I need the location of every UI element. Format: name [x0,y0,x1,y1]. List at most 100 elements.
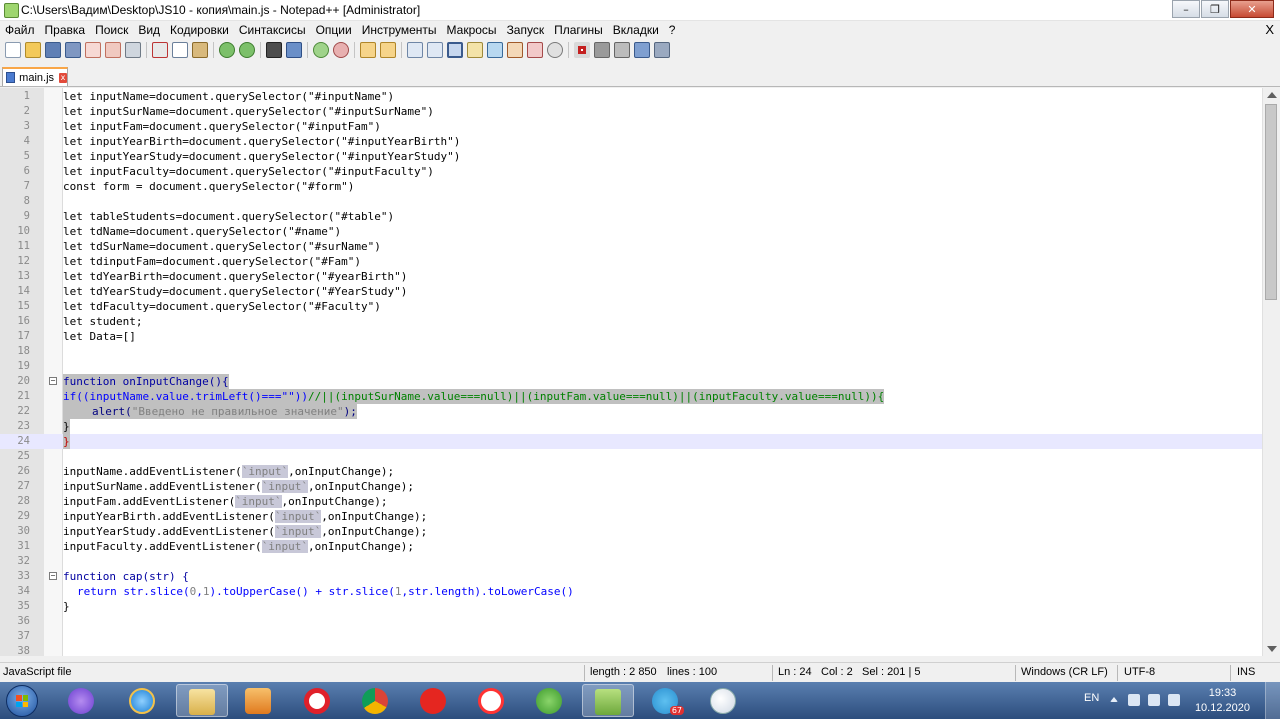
code-template-literal: `input` [274,510,322,523]
fold-minus-icon[interactable]: − [49,377,57,385]
toolbar-separator [213,42,214,58]
folder-workspace-icon[interactable] [527,42,543,58]
save-icon[interactable] [45,42,61,58]
tab-close-icon[interactable]: x [59,72,67,83]
line-number: 23 [17,420,30,432]
close-file-icon[interactable] [85,42,101,58]
line-number: 17 [17,330,30,342]
action-center-icon[interactable] [1128,694,1140,706]
scroll-up-icon[interactable] [1267,92,1277,98]
menu-help[interactable]: ? [664,23,681,37]
scrollbar-thumb[interactable] [1265,104,1277,300]
tab-main-js[interactable]: main.js x [2,67,68,86]
taskbar-media-player[interactable] [233,684,285,717]
language-indicator[interactable]: EN [1084,692,1099,704]
code-text: let tdinputFam=document.querySelector("#… [63,255,362,268]
monitoring-icon[interactable] [547,42,563,58]
volume-icon[interactable] [1168,694,1180,706]
zoom-in-icon[interactable] [313,42,329,58]
cut-icon[interactable] [152,42,168,58]
chrome-icon [362,688,388,714]
code-text: let Data=[] [63,330,136,343]
redo-icon[interactable] [239,42,255,58]
play-macro-icon[interactable] [614,42,630,58]
show-all-chars-icon[interactable] [427,42,443,58]
taskbar-yandex-browser[interactable] [466,684,518,717]
code-line: 15 let tdFaculty=document.querySelector("… [0,299,1262,314]
code-text: inputYearBirth.addEventListener(`input`,… [63,509,427,524]
menu-plugins[interactable]: Плагины [549,23,608,37]
taskbar-chrome[interactable] [350,684,402,717]
udl-icon[interactable] [467,42,483,58]
taskbar-yandex[interactable] [408,684,460,717]
code-line: 35} [0,599,1262,614]
taskbar-paint[interactable] [698,684,750,717]
stop-macro-icon[interactable] [594,42,610,58]
tab-bar: main.js x [0,64,1280,87]
menu-run[interactable]: Запуск [502,23,550,37]
zoom-out-icon[interactable] [333,42,349,58]
show-hidden-icons-icon[interactable] [1110,697,1118,702]
taskbar-notepadpp[interactable] [582,684,634,717]
code-line: 1 let inputName=document.querySelector("#… [0,89,1262,104]
undo-icon[interactable] [219,42,235,58]
copy-icon[interactable] [172,42,188,58]
save-macro-icon[interactable] [654,42,670,58]
word-wrap-icon[interactable] [407,42,423,58]
paste-icon[interactable] [192,42,208,58]
code-editor[interactable]: 1 let inputName=document.querySelector("#… [0,88,1262,656]
save-all-icon[interactable] [65,42,81,58]
replace-icon[interactable] [286,42,302,58]
start-button[interactable] [6,685,38,717]
scroll-down-icon[interactable] [1267,646,1277,652]
close-button[interactable]: ✕ [1230,0,1274,18]
taskbar-opera[interactable] [292,684,344,717]
function-list-icon[interactable] [507,42,523,58]
show-desktop-button[interactable] [1265,682,1280,719]
line-number: 27 [17,480,30,492]
menu-encoding[interactable]: Кодировки [165,23,234,37]
status-separator [1117,665,1118,681]
menu-macro[interactable]: Макросы [442,23,502,37]
indent-guide-icon[interactable] [447,42,463,58]
record-macro-icon[interactable] [574,42,590,58]
menu-edit[interactable]: Правка [40,23,91,37]
code-text: } [63,419,70,434]
taskbar-alice[interactable] [56,684,108,717]
network-icon[interactable] [1148,694,1160,706]
menu-search[interactable]: Поиск [90,23,133,37]
code-template-literal: `input` [274,525,322,538]
current-line: 24} [0,434,1262,449]
close-document-button[interactable]: X [1265,22,1274,37]
close-all-icon[interactable] [105,42,121,58]
menu-file[interactable]: Файл [0,23,40,37]
open-file-icon[interactable] [25,42,41,58]
taskbar-ie[interactable] [117,684,169,717]
sync-vertical-icon[interactable] [360,42,376,58]
menu-view[interactable]: Вид [133,23,165,37]
menu-tools[interactable]: Инструменты [357,23,442,37]
line-number: 9 [23,210,30,222]
code-line: 19 [0,359,1262,374]
sync-horizontal-icon[interactable] [380,42,396,58]
print-icon[interactable] [125,42,141,58]
new-file-icon[interactable] [5,42,21,58]
fold-minus-icon[interactable]: − [49,572,57,580]
line-number: 29 [17,510,30,522]
menu-settings[interactable]: Опции [311,23,357,37]
doc-map-icon[interactable] [487,42,503,58]
taskbar-utorrent[interactable] [524,684,576,717]
find-icon[interactable] [266,42,282,58]
play-multiple-macro-icon[interactable] [634,42,650,58]
taskbar-explorer[interactable] [176,684,228,717]
yandex-browser-icon [478,688,504,714]
line-number: 3 [23,120,30,132]
tray-clock[interactable]: 19:33 10.12.2020 [1195,686,1250,716]
minimize-button[interactable]: – [1172,0,1200,18]
vertical-scrollbar[interactable] [1262,88,1280,656]
menu-language[interactable]: Синтаксисы [234,23,311,37]
menu-window[interactable]: Вкладки [608,23,664,37]
restore-button[interactable]: ❐ [1201,0,1229,18]
line-number: 12 [17,255,30,267]
taskbar-telegram[interactable]: 67 [640,684,692,717]
